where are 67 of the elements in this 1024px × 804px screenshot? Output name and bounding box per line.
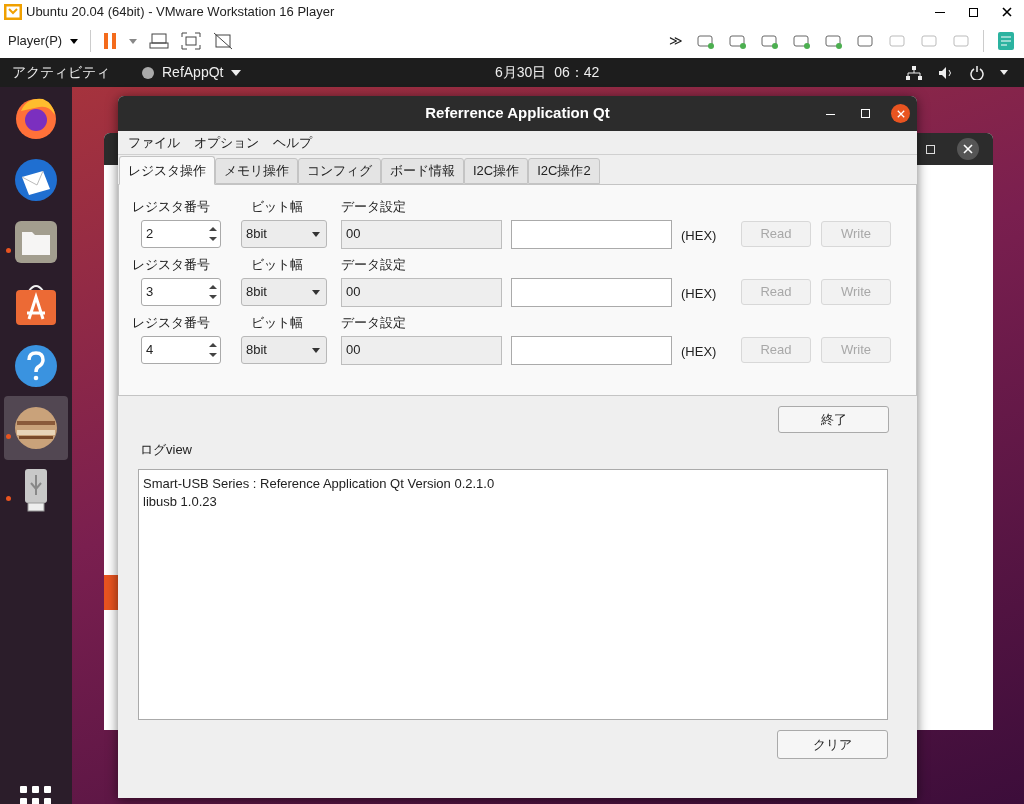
tab[interactable]: レジスタ操作	[119, 156, 215, 185]
bit-width-label: ビット幅	[251, 256, 304, 275]
register-spinbox[interactable]: 3	[141, 278, 221, 306]
app-menu[interactable]: RefAppQt	[162, 62, 224, 83]
unit-label: (HEX)	[681, 226, 718, 245]
data-display-field: 00	[341, 335, 502, 365]
menu-item[interactable]: ファイル	[128, 132, 180, 153]
bit-width-label: ビット幅	[251, 198, 304, 217]
unit-label: (HEX)	[681, 284, 718, 303]
bit-width-dropdown[interactable]: 8bit	[241, 220, 327, 248]
help-icon	[13, 343, 59, 389]
data-label: データ設定	[341, 256, 406, 275]
volume-icon[interactable]	[938, 65, 954, 80]
quit-button[interactable]: 終了	[778, 406, 889, 433]
dock-item[interactable]	[4, 396, 68, 460]
menu-item[interactable]: ヘルプ	[273, 132, 312, 153]
bit-width-dropdown[interactable]: 8bit	[241, 278, 327, 306]
register-spinbox[interactable]: 2	[141, 220, 221, 248]
menu-item[interactable]: オプション	[194, 132, 259, 153]
data-input-field[interactable]	[511, 335, 672, 365]
register-label: レジスタ番号	[132, 314, 211, 333]
notes-icon[interactable]	[996, 31, 1016, 51]
data-label: データ設定	[341, 314, 406, 333]
bit-width-dropdown[interactable]: 8bit	[241, 336, 327, 364]
folder-icon	[13, 219, 59, 265]
more-icon[interactable]: ≫	[669, 31, 683, 51]
power-icon[interactable]	[970, 65, 984, 80]
tab[interactable]: I2C操作	[464, 158, 529, 184]
tab[interactable]: ボード情報	[381, 158, 464, 184]
fullscreen-icon[interactable]	[181, 32, 202, 50]
clear-button[interactable]: クリア	[777, 730, 888, 759]
log-label: ログview	[140, 441, 193, 457]
spin-arrows-icon[interactable]	[208, 224, 218, 244]
data-display-field: 00	[341, 219, 502, 249]
data-label: データ設定	[341, 198, 406, 217]
unit-label: (HEX)	[681, 342, 718, 361]
window-title: Ubuntu 20.04 (64bit) - VMware Workstation 16 Player	[26, 3, 336, 22]
log-line: Smart-USB Series : Reference Application Qt Version 0.2.1.0	[143, 475, 496, 493]
data-input-field[interactable]	[511, 219, 672, 249]
caret-icon	[231, 69, 242, 76]
clock[interactable]: 6月30日 06：42	[495, 62, 600, 83]
close-button[interactable]	[957, 138, 979, 160]
minimize-icon[interactable]	[935, 11, 945, 13]
bit-width-label: ビット幅	[251, 314, 304, 333]
data-input-field[interactable]	[511, 277, 672, 307]
sidebar-item-highlight	[104, 575, 118, 610]
mail-icon	[13, 157, 59, 203]
maximize-icon[interactable]	[969, 7, 978, 17]
tab[interactable]: I2C操作2	[528, 158, 600, 184]
window-title: Referrence Application Qt	[425, 103, 610, 124]
send-keys-icon[interactable]	[149, 32, 170, 50]
tab[interactable]: コンフィグ	[298, 158, 381, 184]
spin-arrows-icon[interactable]	[208, 282, 218, 302]
player-menu[interactable]: Player(P)	[8, 31, 79, 51]
register-spinbox[interactable]: 4	[141, 336, 221, 364]
register-label: レジスタ番号	[132, 256, 211, 275]
activities-button[interactable]: アクティビティ	[12, 62, 142, 83]
pause-icon[interactable]	[103, 32, 118, 50]
register-label: レジスタ番号	[132, 198, 211, 217]
close-icon[interactable]	[1002, 7, 1012, 17]
unity-icon[interactable]	[213, 32, 234, 50]
app-logo-icon	[4, 4, 22, 20]
data-display-field: 00	[341, 277, 502, 307]
tab[interactable]: メモリ操作	[215, 158, 298, 184]
log-line: libusb 1.0.23	[143, 493, 218, 511]
spin-arrows-icon[interactable]	[208, 340, 218, 360]
close-button[interactable]	[891, 104, 910, 123]
